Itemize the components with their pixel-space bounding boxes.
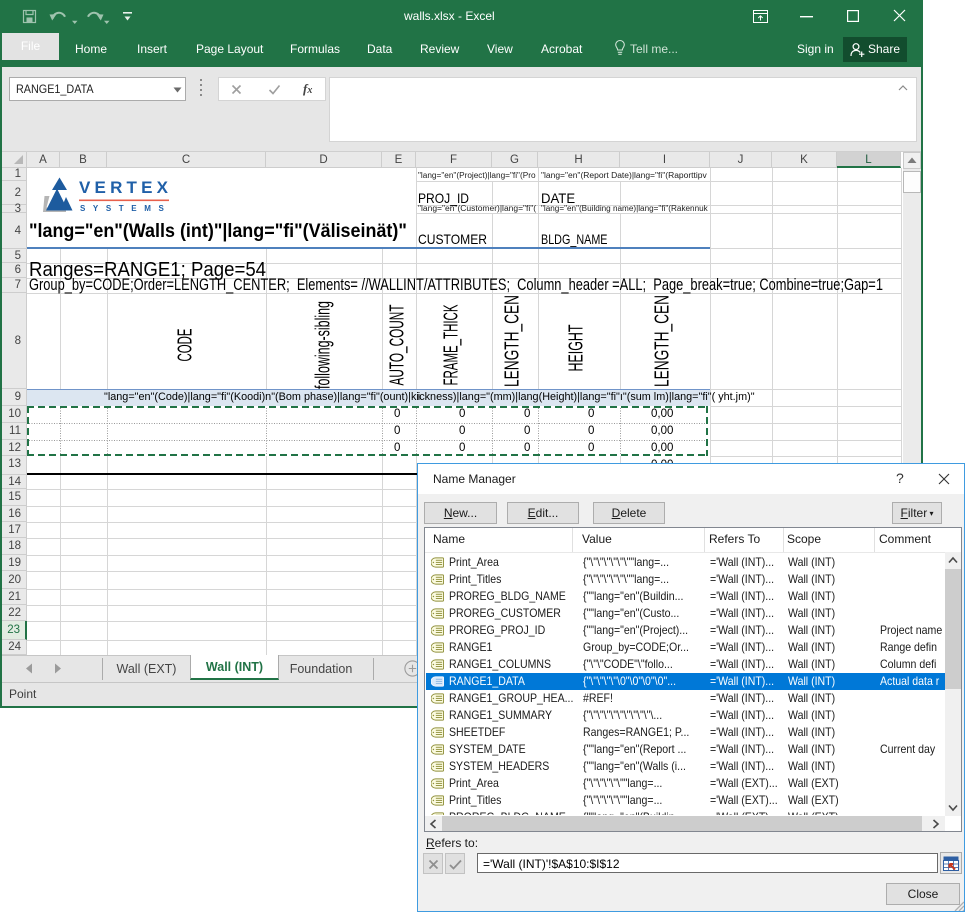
svg-text:SYSTEMS: SYSTEMS bbox=[80, 204, 171, 213]
svg-text:VERTEX: VERTEX bbox=[79, 178, 172, 197]
